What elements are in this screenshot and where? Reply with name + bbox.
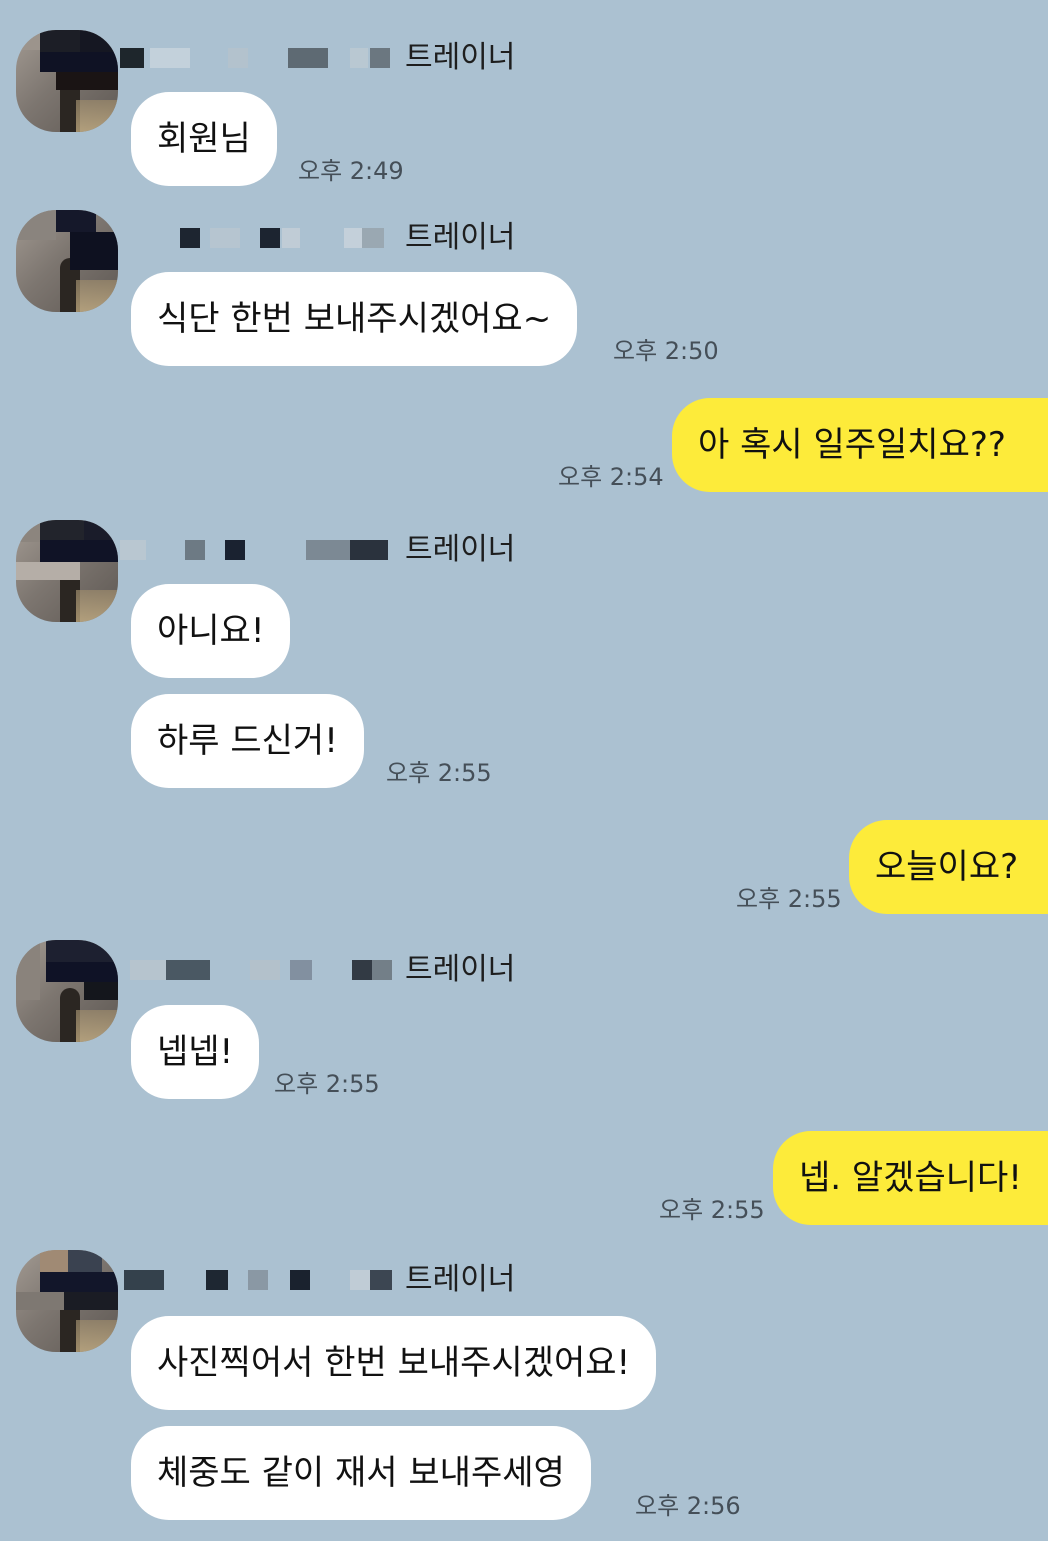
message-time: 오후 2:50 xyxy=(613,337,719,365)
incoming-message[interactable]: 사진찍어서 한번 보내주시겠어요! xyxy=(131,1316,657,1410)
message-time: 오후 2:49 xyxy=(298,157,404,185)
sender-name-row: 트레이너 xyxy=(0,1260,540,1300)
message-time: 오후 2:55 xyxy=(659,1196,765,1224)
redacted-name xyxy=(120,48,144,68)
message-time: 오후 2:54 xyxy=(558,463,664,491)
sender-role: 트레이너 xyxy=(405,952,516,987)
message-time: 오후 2:55 xyxy=(274,1070,380,1098)
sender-name-row: 트레이너 xyxy=(0,530,540,570)
incoming-message[interactable]: 체중도 같이 재서 보내주세영 xyxy=(131,1426,591,1520)
sender-role: 트레이너 xyxy=(405,1262,516,1297)
sender-name-row: 트레이너 xyxy=(0,38,540,78)
message-time: 오후 2:55 xyxy=(736,885,842,913)
outgoing-message[interactable]: 넵. 알겠습니다! xyxy=(773,1131,1048,1225)
sender-role: 트레이너 xyxy=(405,40,516,75)
message-time: 오후 2:55 xyxy=(386,759,492,787)
sender-role: 트레이너 xyxy=(405,220,516,255)
chat-room[interactable]: 트레이너 회원님 오후 2:49 트레이너 식단 한번 보내주시겠어요~ 오후 … xyxy=(0,0,1048,1541)
incoming-message[interactable]: 넵넵! xyxy=(131,1005,260,1099)
incoming-message[interactable]: 아니요! xyxy=(131,584,291,678)
incoming-message[interactable]: 회원님 xyxy=(131,92,277,186)
message-time: 오후 2:56 xyxy=(635,1492,741,1520)
outgoing-message[interactable]: 오늘이요? xyxy=(849,820,1048,914)
incoming-message[interactable]: 식단 한번 보내주시겠어요~ xyxy=(131,272,578,366)
sender-name-row: 트레이너 xyxy=(0,950,540,990)
sender-name-row: 트레이너 xyxy=(0,218,540,258)
sender-role: 트레이너 xyxy=(405,532,516,567)
incoming-message[interactable]: 하루 드신거! xyxy=(131,694,364,788)
outgoing-message[interactable]: 아 혹시 일주일치요?? xyxy=(672,398,1048,492)
